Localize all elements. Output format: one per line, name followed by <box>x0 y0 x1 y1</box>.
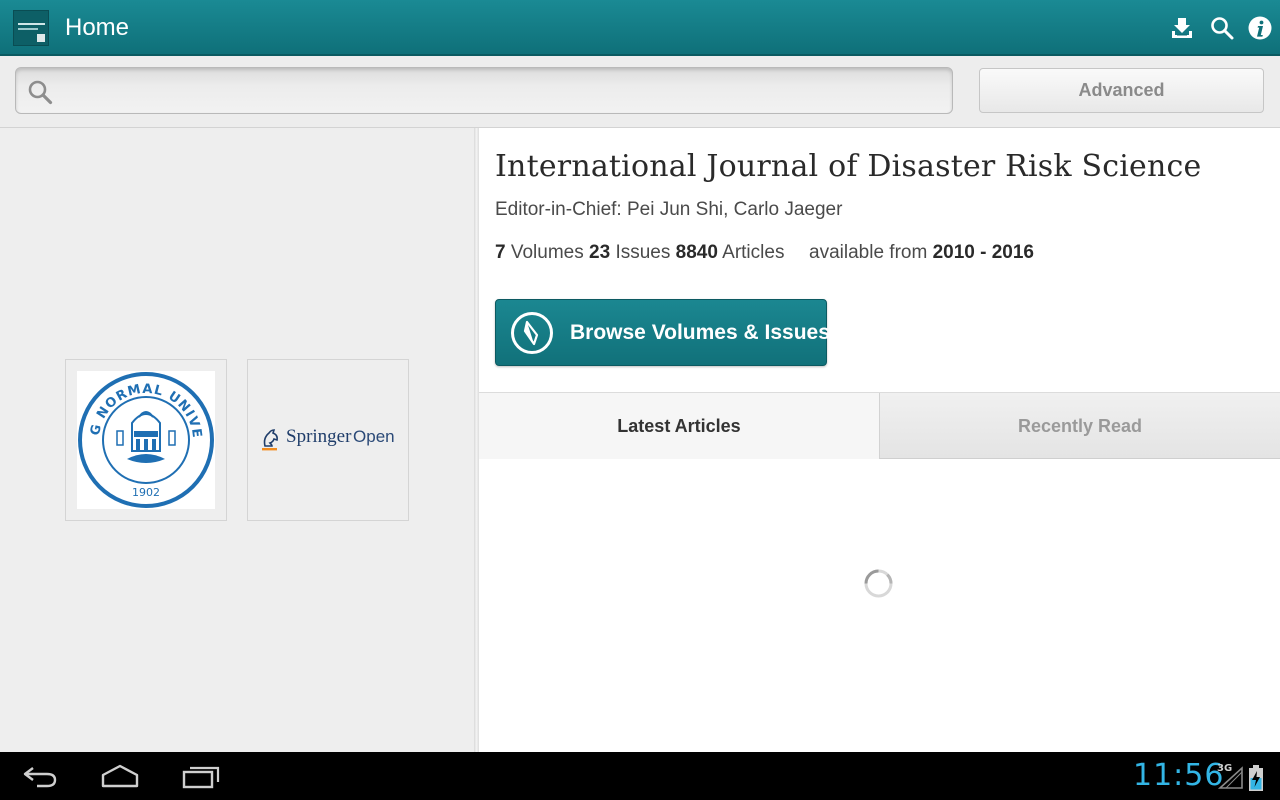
compass-icon <box>511 312 553 354</box>
svg-text:BEIJING NORMAL UNIVERSITY: BEIJING NORMAL UNIVERSITY <box>77 371 204 439</box>
volumes-label: Volumes <box>510 242 584 263</box>
article-tabs: Latest Articles Recently Read <box>479 392 1280 459</box>
tab-recently-read[interactable]: Recently Read <box>879 393 1280 459</box>
articles-count: 8840 <box>675 242 718 263</box>
loading-spinner <box>864 569 893 598</box>
tab-latest-articles[interactable]: Latest Articles <box>479 393 879 459</box>
info-icon[interactable] <box>1247 15 1273 41</box>
issues-label: Issues <box>615 242 671 263</box>
status-clock: 11:56 <box>1133 758 1225 793</box>
volumes-count: 7 <box>495 242 506 263</box>
journal-sidebar: BEIJING NORMAL UNIVERSITY 1902 Springer <box>0 128 474 752</box>
browse-volumes-button[interactable]: Browse Volumes & Issues <box>495 299 830 366</box>
available-label: available from <box>809 242 928 263</box>
signal-icon <box>1217 766 1243 789</box>
springer-open-logo-tile[interactable]: Springer Open <box>247 359 409 521</box>
action-bar: Home <box>0 0 1280 56</box>
year-range: 2010 - 2016 <box>932 242 1034 263</box>
page-title: Home <box>65 14 130 41</box>
search-input[interactable] <box>62 72 942 110</box>
issues-count: 23 <box>589 242 611 263</box>
system-nav-bar: 11:56 3G <box>0 752 1280 800</box>
search-icon[interactable] <box>1209 15 1235 41</box>
articles-label: Articles <box>722 242 785 263</box>
search-icon <box>28 80 53 105</box>
journal-stats: 7 Volumes 23 Issues 8840 Articles availa… <box>495 242 1034 264</box>
advanced-search-button[interactable]: Advanced <box>979 68 1264 113</box>
recents-icon[interactable] <box>181 762 221 790</box>
battery-charging-icon <box>1249 765 1263 791</box>
browse-volumes-label: Browse Volumes & Issues <box>570 321 830 344</box>
svg-text:1902: 1902 <box>132 486 160 499</box>
search-bar: Advanced <box>0 56 1280 128</box>
bnu-logo-tile[interactable]: BEIJING NORMAL UNIVERSITY 1902 <box>65 359 227 521</box>
back-icon[interactable] <box>21 762 61 790</box>
journal-title: International Journal of Disaster Risk S… <box>495 149 1202 184</box>
download-icon[interactable] <box>1169 15 1195 41</box>
bnu-seal-logo: BEIJING NORMAL UNIVERSITY 1902 <box>71 360 214 508</box>
editor-in-chief: Editor-in-Chief: Pei Jun Shi, Carlo Jaeg… <box>495 199 843 220</box>
home-icon[interactable] <box>100 762 140 790</box>
springer-open-wordmark: Springer Open <box>286 426 395 447</box>
app-icon[interactable] <box>13 10 49 46</box>
search-field[interactable] <box>15 67 953 114</box>
